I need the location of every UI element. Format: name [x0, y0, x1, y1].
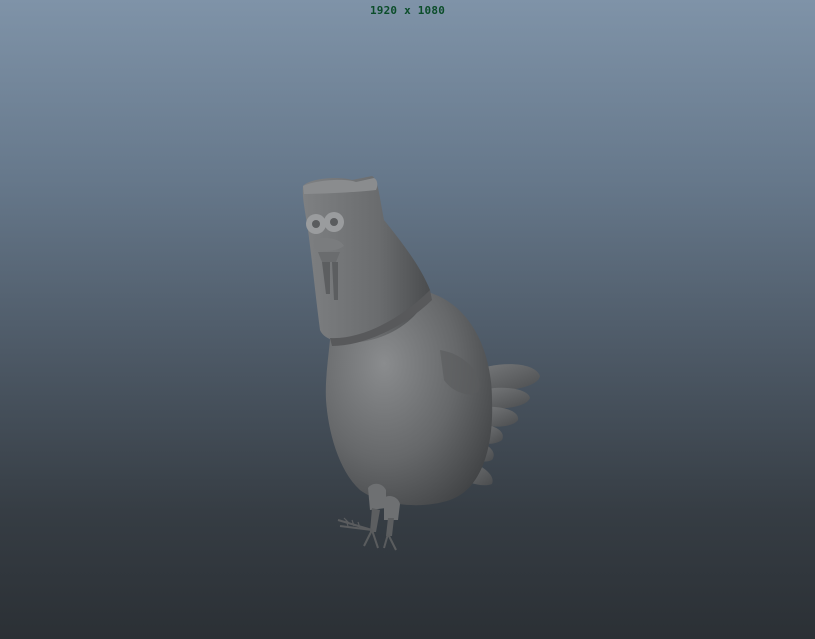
- chicken-model[interactable]: [0, 0, 815, 639]
- chicken-feet: [337, 517, 397, 551]
- 3d-viewport[interactable]: 1920 x 1080: [0, 0, 815, 639]
